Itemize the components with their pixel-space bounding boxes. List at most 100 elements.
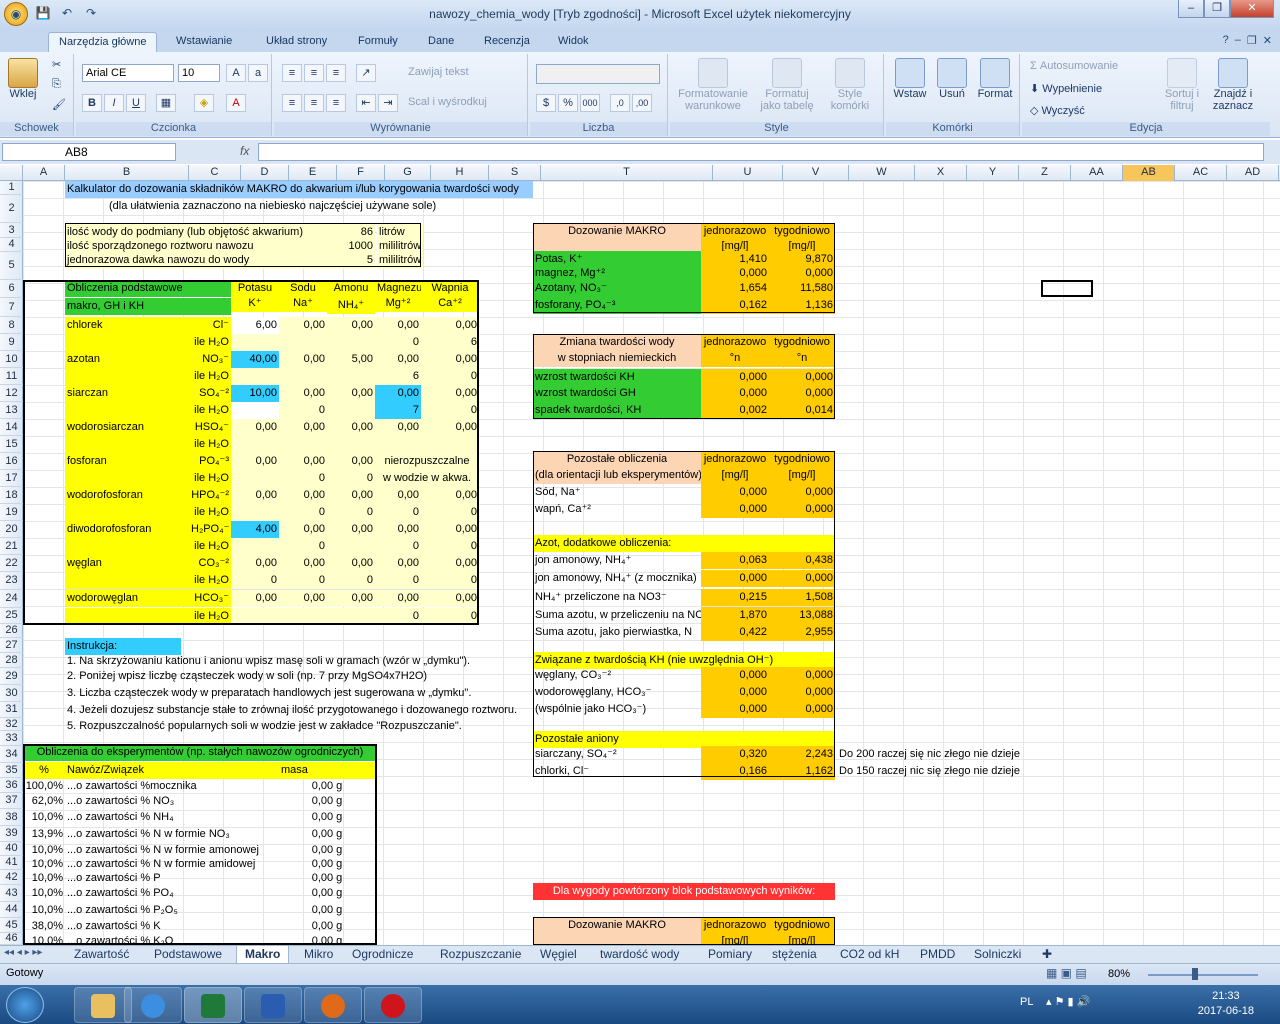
row-header[interactable]: 9: [0, 334, 23, 351]
column-header[interactable]: Y: [967, 165, 1019, 181]
row-header[interactable]: 30: [0, 685, 23, 702]
font-color-icon[interactable]: A: [226, 94, 246, 112]
sheet-tab[interactable]: Mikro: [296, 946, 341, 964]
sheet-tab[interactable]: Solniczki: [966, 946, 1029, 964]
row-header[interactable]: 18: [0, 487, 23, 504]
paste-button[interactable]: Wklej: [6, 58, 40, 100]
number-format-select[interactable]: [536, 64, 660, 84]
ribbon-tab[interactable]: Wstawianie: [166, 32, 242, 52]
row-header[interactable]: 38: [0, 809, 23, 826]
align-left-icon[interactable]: ≡: [282, 94, 302, 112]
cell[interactable]: 4. Jeżeli dozujesz substancje stałe to z…: [65, 702, 533, 719]
column-header[interactable]: AB: [1123, 165, 1175, 181]
borders-icon[interactable]: ▦: [156, 94, 176, 112]
row-header[interactable]: 16: [0, 453, 23, 470]
row-header[interactable]: 12: [0, 385, 23, 402]
language-indicator[interactable]: PL: [1020, 996, 1033, 1008]
column-header[interactable]: S: [489, 165, 541, 181]
delete-button[interactable]: Usuń: [932, 58, 972, 100]
ribbon-tab[interactable]: Układ strony: [256, 32, 337, 52]
currency-icon[interactable]: $: [536, 94, 556, 112]
column-header[interactable]: AC: [1175, 165, 1227, 181]
row-header[interactable]: 19: [0, 504, 23, 521]
column-header[interactable]: T: [541, 165, 713, 181]
column-header[interactable]: D: [241, 165, 289, 181]
view-normal-icon[interactable]: ▦ ▣ ▤: [1046, 966, 1087, 980]
shrink-font-icon[interactable]: a: [248, 64, 268, 82]
row-header[interactable]: 20: [0, 521, 23, 538]
sort-filter-button[interactable]: Sortuj i filtruj: [1162, 58, 1202, 112]
decrease-indent-icon[interactable]: ⇤: [356, 94, 376, 112]
column-header[interactable]: G: [385, 165, 431, 181]
cell[interactable]: 3. Liczba cząsteczek wody w preparatach …: [65, 685, 525, 702]
column-header[interactable]: V: [783, 165, 849, 181]
row-header[interactable]: 36: [0, 778, 23, 793]
sheet-tab[interactable]: Podstawowe: [146, 946, 230, 964]
format-as-table-button[interactable]: Formatuj jako tabelę: [756, 58, 818, 112]
insert-function-icon[interactable]: fx: [178, 143, 256, 161]
align-middle-icon[interactable]: ≡: [304, 64, 324, 82]
cell[interactable]: Do 150 raczej nic się złego nie dzieje: [837, 763, 1047, 780]
row-header[interactable]: 3: [0, 223, 23, 238]
autosum-button[interactable]: Σ Autosumowanie: [1030, 60, 1118, 72]
conditional-format-button[interactable]: Formatowanie warunkowe: [674, 58, 752, 112]
sheet-tab[interactable]: Makro: [236, 946, 290, 964]
ribbon-tab[interactable]: Widok: [548, 32, 599, 52]
row-header[interactable]: 46: [0, 933, 23, 945]
row-header[interactable]: 28: [0, 653, 23, 668]
row-header[interactable]: 33: [0, 731, 23, 746]
row-header[interactable]: 13: [0, 402, 23, 419]
worksheet-grid[interactable]: Kalkulator do dozowania składników MAKRO…: [23, 181, 1280, 945]
row-header[interactable]: 14: [0, 419, 23, 436]
find-select-button[interactable]: Znajdź i zaznacz: [1208, 58, 1258, 112]
minimize-icon[interactable]: –: [1178, 0, 1204, 18]
row-header[interactable]: 2: [0, 195, 23, 223]
column-header[interactable]: C: [189, 165, 241, 181]
row-header[interactable]: 26: [0, 624, 23, 638]
restore-icon[interactable]: ❐: [1204, 0, 1230, 18]
align-bottom-icon[interactable]: ≡: [326, 64, 346, 82]
column-header[interactable]: F: [337, 165, 385, 181]
word-app[interactable]: [244, 987, 302, 1023]
row-header[interactable]: 39: [0, 826, 23, 842]
row-header[interactable]: 8: [0, 317, 23, 334]
row-header[interactable]: 29: [0, 668, 23, 685]
column-header[interactable]: AA: [1071, 165, 1123, 181]
zoom-level[interactable]: 80%: [1108, 968, 1130, 980]
fill-color-icon[interactable]: ◈: [194, 94, 214, 112]
column-header[interactable]: B: [65, 165, 189, 181]
row-header[interactable]: 1: [0, 181, 23, 195]
column-header[interactable]: X: [915, 165, 967, 181]
row-header[interactable]: 32: [0, 718, 23, 731]
thousands-icon[interactable]: 000: [580, 94, 600, 112]
clear-button[interactable]: ◇ Wyczyść: [1030, 104, 1085, 117]
row-header[interactable]: 37: [0, 793, 23, 809]
zoom-slider-thumb[interactable]: [1192, 968, 1198, 980]
align-top-icon[interactable]: ≡: [282, 64, 302, 82]
column-header[interactable]: A: [23, 165, 65, 181]
column-header[interactable]: W: [849, 165, 915, 181]
selected-cell-AB8[interactable]: [1041, 280, 1093, 297]
opera-app[interactable]: [364, 987, 422, 1023]
row-header[interactable]: 45: [0, 918, 23, 933]
column-header[interactable]: U: [713, 165, 783, 181]
sheet-tab[interactable]: Zawartość: [66, 946, 137, 964]
close-icon[interactable]: ✕: [1230, 0, 1274, 18]
ribbon-tab[interactable]: Recenzja: [474, 32, 540, 52]
wrap-text-button[interactable]: Zawijaj tekst: [408, 66, 469, 78]
column-header[interactable]: AD: [1227, 165, 1279, 181]
row-header[interactable]: 43: [0, 885, 23, 902]
sheet-tab[interactable]: Ogrodnicze: [344, 946, 421, 964]
sheet-tab[interactable]: Rozpuszczanie: [432, 946, 529, 964]
cell[interactable]: Do 200 raczej się nic złego nie dzieje: [837, 746, 1047, 763]
sheet-tab[interactable]: twardość wody: [592, 946, 687, 964]
align-right-icon[interactable]: ≡: [326, 94, 346, 112]
insert-button[interactable]: Wstaw: [890, 58, 930, 100]
row-header[interactable]: 42: [0, 870, 23, 885]
cell[interactable]: 2. Poniżej wpisz liczbę cząsteczek wody …: [65, 668, 525, 685]
row-header[interactable]: 41: [0, 856, 23, 870]
sheet-nav-icon[interactable]: ◂◂ ◂ ▸ ▸▸: [4, 947, 42, 958]
sheet-tab[interactable]: stężenia: [764, 946, 825, 964]
percent-icon[interactable]: %: [558, 94, 578, 112]
restore-workbook-icon[interactable]: ❐: [1247, 34, 1257, 47]
